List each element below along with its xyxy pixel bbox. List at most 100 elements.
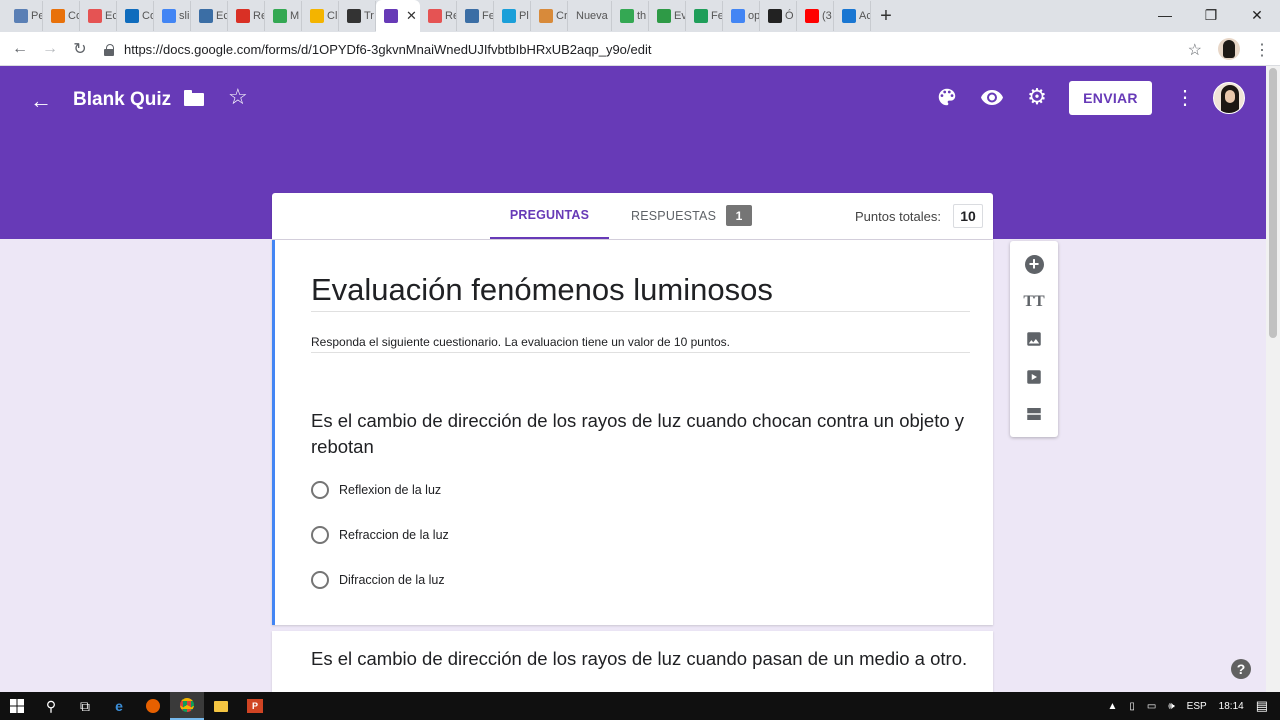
- bookmark-star-icon[interactable]: ☆: [1188, 40, 1202, 60]
- browser-tab[interactable]: Fe: [457, 1, 494, 31]
- browser-tab[interactable]: Co: [43, 1, 80, 31]
- volume-icon[interactable]: 🕪: [1168, 701, 1174, 712]
- form-document-title[interactable]: Blank Quiz: [73, 89, 171, 111]
- preview-eye-icon[interactable]: [980, 85, 1004, 109]
- tab-label: Ac: [859, 10, 871, 22]
- star-icon[interactable]: ☆: [228, 84, 248, 110]
- browser-tab[interactable]: Ec: [80, 1, 117, 31]
- tab-label: th: [637, 10, 647, 22]
- close-tab-icon[interactable]: ✕: [406, 8, 417, 24]
- browser-tab[interactable]: Pe: [6, 1, 43, 31]
- back-arrow-icon[interactable]: ←: [5, 34, 35, 64]
- minimize-icon[interactable]: —: [1142, 0, 1188, 30]
- form-tabs-card: PREGUNTAS RESPUESTAS 1 Puntos totales: 1…: [272, 193, 993, 239]
- browser-tab[interactable]: Co: [117, 1, 154, 31]
- folder-icon[interactable]: [184, 90, 204, 106]
- browser-tab[interactable]: Fe: [686, 1, 723, 31]
- add-section-icon[interactable]: [1024, 404, 1044, 424]
- responses-count-badge: 1: [726, 205, 752, 226]
- form-description[interactable]: Responda el siguiente cuestionario. La e…: [311, 335, 730, 349]
- language-indicator[interactable]: ESP: [1187, 701, 1207, 712]
- radio-button[interactable]: [311, 526, 329, 544]
- forward-arrow-icon[interactable]: →: [35, 34, 65, 64]
- tray-overflow-icon[interactable]: ▲: [1107, 701, 1117, 712]
- add-title-icon[interactable]: TT: [1023, 292, 1044, 312]
- tab-label: Cr: [556, 10, 568, 22]
- browser-tab[interactable]: M: [265, 1, 302, 31]
- question-2-card[interactable]: Es el cambio de dirección de los rayos d…: [272, 631, 993, 692]
- question-1-text[interactable]: Es el cambio de dirección de los rayos d…: [311, 408, 976, 460]
- total-points-value: 10: [953, 204, 983, 228]
- tab-questions[interactable]: PREGUNTAS: [490, 193, 609, 239]
- reload-icon[interactable]: ↻: [65, 34, 95, 64]
- browser-tab[interactable]: Ec: [191, 1, 228, 31]
- add-image-icon[interactable]: [1024, 329, 1044, 349]
- tab-favicon-icon: [731, 9, 745, 23]
- tab-label: Pl: [519, 10, 529, 22]
- radio-button[interactable]: [311, 571, 329, 589]
- browser-tab[interactable]: ✕: [376, 0, 420, 32]
- avatar[interactable]: [1213, 82, 1245, 114]
- browser-tab[interactable]: op: [723, 1, 760, 31]
- scrollbar-thumb[interactable]: [1269, 68, 1277, 338]
- question-2-text[interactable]: Es el cambio de dirección de los rayos d…: [311, 648, 967, 670]
- page-scrollbar[interactable]: [1266, 66, 1280, 692]
- task-view-icon[interactable]: ⧉: [68, 692, 102, 720]
- edge-icon[interactable]: e: [102, 692, 136, 720]
- tab-favicon-icon: [384, 9, 398, 23]
- more-options-icon[interactable]: ⋮: [1175, 85, 1195, 110]
- chrome-icon[interactable]: [170, 692, 204, 720]
- add-video-icon[interactable]: [1024, 367, 1044, 387]
- new-tab-icon[interactable]: +: [871, 1, 901, 31]
- browser-tab[interactable]: sli: [154, 1, 191, 31]
- url-text[interactable]: https://docs.google.com/forms/d/1OPYDf6-…: [124, 42, 651, 57]
- palette-icon[interactable]: [935, 85, 959, 109]
- radio-button[interactable]: [311, 481, 329, 499]
- tab-favicon-icon: [805, 9, 819, 23]
- back-arrow-icon[interactable]: ←: [30, 88, 52, 114]
- powerpoint-icon[interactable]: P: [238, 692, 272, 720]
- search-icon[interactable]: ⚲: [34, 692, 68, 720]
- browser-tab[interactable]: Pl: [494, 1, 531, 31]
- firefox-icon[interactable]: [136, 692, 170, 720]
- send-button[interactable]: ENVIAR: [1069, 81, 1152, 115]
- option-1[interactable]: Reflexion de la luz: [311, 480, 441, 500]
- option-label: Refraccion de la luz: [339, 528, 449, 542]
- file-explorer-icon[interactable]: [204, 692, 238, 720]
- notifications-icon[interactable]: ▤: [1256, 698, 1268, 714]
- close-window-icon[interactable]: ✕: [1234, 0, 1280, 30]
- browser-tab[interactable]: th: [612, 1, 649, 31]
- browser-tab[interactable]: (3: [797, 1, 834, 31]
- restore-icon[interactable]: ❐: [1188, 0, 1234, 30]
- add-question-icon[interactable]: +: [1024, 254, 1044, 274]
- address-bar[interactable]: https://docs.google.com/forms/d/1OPYDf6-…: [104, 37, 1208, 61]
- tab-favicon-icon: [273, 9, 287, 23]
- browser-tab[interactable]: Ac: [834, 1, 871, 31]
- settings-gear-icon[interactable]: ⚙: [1025, 84, 1049, 109]
- clock[interactable]: 18:14: [1219, 701, 1244, 712]
- tab-responses[interactable]: RESPUESTAS: [631, 193, 716, 239]
- browser-tab[interactable]: Ó: [760, 1, 797, 31]
- browser-profile-icon[interactable]: [1218, 38, 1240, 60]
- browser-tab[interactable]: Ev: [649, 1, 686, 31]
- browser-tab[interactable]: Nueva: [568, 1, 612, 31]
- help-icon[interactable]: ?: [1231, 659, 1251, 679]
- window-controls: — ❐ ✕: [1142, 0, 1280, 30]
- windows-start-icon[interactable]: [0, 692, 34, 720]
- browser-tab[interactable]: Tr: [339, 1, 376, 31]
- option-3[interactable]: Difraccion de la luz: [311, 570, 445, 590]
- form-title[interactable]: Evaluación fenómenos luminosos: [311, 272, 773, 308]
- tab-favicon-icon: [199, 9, 213, 23]
- browser-tab[interactable]: Cr: [531, 1, 568, 31]
- browser-tab[interactable]: Re: [228, 1, 265, 31]
- browser-tab[interactable]: Cl: [302, 1, 339, 31]
- focus-accent-bar: [272, 240, 275, 625]
- browser-menu-icon[interactable]: ⋮: [1254, 40, 1270, 60]
- usb-icon[interactable]: ▯: [1129, 701, 1135, 712]
- network-icon[interactable]: ▭: [1147, 701, 1156, 712]
- tab-label: M: [290, 10, 300, 22]
- form-card[interactable]: Evaluación fenómenos luminosos Responda …: [272, 240, 993, 625]
- tab-favicon-icon: [539, 9, 553, 23]
- browser-tab[interactable]: Re: [420, 1, 457, 31]
- option-2[interactable]: Refraccion de la luz: [311, 525, 449, 545]
